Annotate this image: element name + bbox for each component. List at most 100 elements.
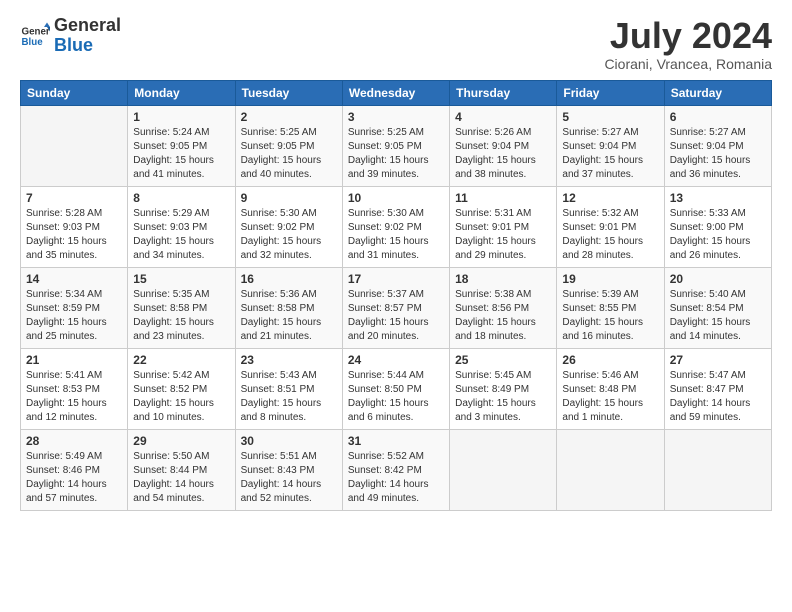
- cell-line: Sunset: 8:55 PM: [562, 303, 636, 314]
- cell-line: Sunset: 8:54 PM: [670, 303, 744, 314]
- cell-line: Daylight: 15 hours: [26, 236, 107, 247]
- day-number: 26: [562, 353, 658, 367]
- cell-content: Sunrise: 5:46 AMSunset: 8:48 PMDaylight:…: [562, 369, 658, 425]
- cell-content: Sunrise: 5:28 AM Sunset: 9:03 PM Daylight:…: [26, 207, 122, 263]
- cell-line: Daylight: 15 hours: [562, 236, 643, 247]
- header: General Blue General Blue July 2024 Cior…: [20, 16, 772, 72]
- header-thursday: Thursday: [450, 80, 557, 105]
- cell-line: Sunset: 8:43 PM: [241, 465, 315, 476]
- cell-line: Daylight: 15 hours: [670, 317, 751, 328]
- cell-line: and 6 minutes.: [348, 412, 414, 423]
- day-number: 31: [348, 434, 444, 448]
- cell-w4-d4: 24Sunrise: 5:44 AMSunset: 8:50 PMDayligh…: [342, 348, 449, 429]
- day-number: 1: [133, 110, 229, 124]
- cell-content: Sunrise: 5:43 AMSunset: 8:51 PMDaylight:…: [241, 369, 337, 425]
- cell-content: Sunrise: 5:29 AMSunset: 9:03 PMDaylight:…: [133, 207, 229, 263]
- cell-line: Sunrise: 5:28 AM: [26, 208, 102, 219]
- cell-line: and 49 minutes.: [348, 493, 419, 504]
- cell-w4-d6: 26 Sunrise: 5:46 AMSunset: 8:48 PMDayligh…: [557, 348, 664, 429]
- cell-line: Sunrise: 5:40 AM: [670, 289, 746, 300]
- cell-line: and 26 minutes.: [670, 250, 741, 261]
- cell-line: and 39 minutes.: [348, 169, 419, 180]
- week-row-4: 21 Sunrise: 5:41 AMSunset: 8:53 PMDayligh…: [21, 348, 772, 429]
- cell-w5-d5: [450, 429, 557, 510]
- cell-w2-d3: 9Sunrise: 5:30 AMSunset: 9:02 PMDaylight…: [235, 186, 342, 267]
- cell-line: and 14 minutes.: [670, 331, 741, 342]
- cell-line: Sunset: 8:56 PM: [455, 303, 529, 314]
- cell-line: Sunset: 9:05 PM: [133, 141, 207, 152]
- cell-line: Daylight: 15 hours: [241, 398, 322, 409]
- day-number: 20: [670, 272, 766, 286]
- cell-line: and 16 minutes.: [562, 331, 633, 342]
- cell-content: Sunrise: 5:47 AMSunset: 8:47 PMDaylight:…: [670, 369, 766, 425]
- day-number: 21: [26, 353, 122, 367]
- cell-line: Sunset: 8:42 PM: [348, 465, 422, 476]
- cell-line: Sunrise: 5:51 AM: [241, 451, 317, 462]
- day-number: 13: [670, 191, 766, 205]
- cell-line: Sunrise: 5:49 AM: [26, 451, 102, 462]
- cell-line: and 10 minutes.: [133, 412, 204, 423]
- cell-line: Daylight: 15 hours: [455, 155, 536, 166]
- cell-w4-d5: 25Sunrise: 5:45 AMSunset: 8:49 PMDayligh…: [450, 348, 557, 429]
- cell-line: Sunset: 9:03 PM: [26, 222, 100, 233]
- cell-content: Sunrise: 5:51 AMSunset: 8:43 PMDaylight:…: [241, 450, 337, 506]
- cell-w5-d2: 29Sunrise: 5:50 AMSunset: 8:44 PMDayligh…: [128, 429, 235, 510]
- header-saturday: Saturday: [664, 80, 771, 105]
- day-number: 11: [455, 191, 551, 205]
- cell-w5-d7: [664, 429, 771, 510]
- day-number: 17: [348, 272, 444, 286]
- day-number: 22: [133, 353, 229, 367]
- cell-line: Sunrise: 5:25 AM: [348, 127, 424, 138]
- cell-line: Daylight: 15 hours: [26, 317, 107, 328]
- cell-line: Sunset: 8:46 PM: [26, 465, 100, 476]
- cell-line: Sunrise: 5:31 AM: [455, 208, 531, 219]
- svg-text:Blue: Blue: [22, 37, 44, 48]
- cell-line: and 28 minutes.: [562, 250, 633, 261]
- cell-content: Sunrise: 5:32 AMSunset: 9:01 PMDaylight:…: [562, 207, 658, 263]
- day-number: 6: [670, 110, 766, 124]
- cell-line: Sunrise: 5:25 AM: [241, 127, 317, 138]
- cell-line: and 29 minutes.: [455, 250, 526, 261]
- cell-line: and 3 minutes.: [455, 412, 521, 423]
- cell-line: Sunrise: 5:44 AM: [348, 370, 424, 381]
- cell-w2-d6: 12Sunrise: 5:32 AMSunset: 9:01 PMDayligh…: [557, 186, 664, 267]
- day-number: 4: [455, 110, 551, 124]
- cell-w2-d7: 13Sunrise: 5:33 AMSunset: 9:00 PMDayligh…: [664, 186, 771, 267]
- cell-line: Daylight: 15 hours: [241, 236, 322, 247]
- cell-line: Daylight: 14 hours: [348, 479, 429, 490]
- cell-line: and 23 minutes.: [133, 331, 204, 342]
- cell-line: Sunrise: 5:27 AM: [670, 127, 746, 138]
- cell-content: Sunrise: 5:41 AMSunset: 8:53 PMDaylight:…: [26, 369, 122, 425]
- month-title: July 2024: [604, 16, 772, 56]
- cell-line: Daylight: 15 hours: [348, 236, 429, 247]
- svg-text:General: General: [22, 26, 51, 37]
- cell-line: Sunset: 9:04 PM: [670, 141, 744, 152]
- cell-content: Sunrise: 5:52 AMSunset: 8:42 PMDaylight:…: [348, 450, 444, 506]
- cell-line: Sunset: 8:48 PM: [562, 384, 636, 395]
- cell-line: Daylight: 15 hours: [133, 317, 214, 328]
- day-number: 8: [133, 191, 229, 205]
- cell-w1-d2: 1Sunrise: 5:24 AMSunset: 9:05 PMDaylight…: [128, 105, 235, 186]
- cell-line: Daylight: 15 hours: [133, 155, 214, 166]
- cell-w1-d7: 6Sunrise: 5:27 AMSunset: 9:04 PMDaylight…: [664, 105, 771, 186]
- cell-w4-d2: 22Sunrise: 5:42 AMSunset: 8:52 PMDayligh…: [128, 348, 235, 429]
- cell-w2-d4: 10Sunrise: 5:30 AMSunset: 9:02 PMDayligh…: [342, 186, 449, 267]
- day-number: 25: [455, 353, 551, 367]
- cell-w3-d2: 15Sunrise: 5:35 AMSunset: 8:58 PMDayligh…: [128, 267, 235, 348]
- cell-line: Sunset: 9:01 PM: [455, 222, 529, 233]
- cell-line: Daylight: 14 hours: [133, 479, 214, 490]
- cell-line: and 32 minutes.: [241, 250, 312, 261]
- cell-line: Daylight: 15 hours: [241, 317, 322, 328]
- cell-line: and 37 minutes.: [562, 169, 633, 180]
- cell-line: Daylight: 15 hours: [241, 155, 322, 166]
- cell-line: Sunset: 8:50 PM: [348, 384, 422, 395]
- cell-line: Sunset: 9:02 PM: [241, 222, 315, 233]
- cell-content: Sunrise: 5:25 AMSunset: 9:05 PMDaylight:…: [348, 126, 444, 182]
- header-tuesday: Tuesday: [235, 80, 342, 105]
- cell-line: Sunrise: 5:42 AM: [133, 370, 209, 381]
- cell-line: Daylight: 15 hours: [348, 317, 429, 328]
- cell-line: Sunrise: 5:36 AM: [241, 289, 317, 300]
- cell-line: and 34 minutes.: [133, 250, 204, 261]
- day-number: 16: [241, 272, 337, 286]
- cell-line: and 35 minutes.: [26, 250, 97, 261]
